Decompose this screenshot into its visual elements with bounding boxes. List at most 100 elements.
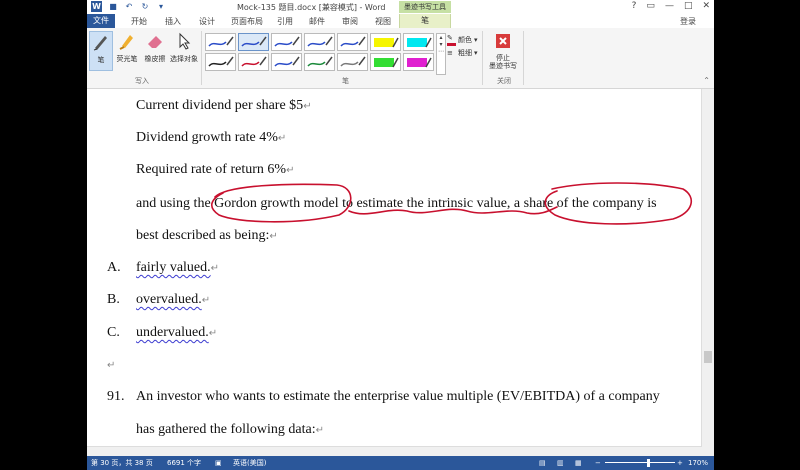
ribbon-tabs: 文件 开始 插入 设计 页面布局 引用 邮件 审阅 视图 笔 登录 <box>87 14 714 29</box>
close-button[interactable]: ✕ <box>702 1 710 11</box>
login-link[interactable]: 登录 <box>680 16 696 27</box>
pen-button-label: 笔 <box>97 56 105 64</box>
maximize-button[interactable]: □ <box>684 1 693 11</box>
pen-style-swatch[interactable] <box>205 33 236 51</box>
pen-color-label: 颜色 <box>458 36 472 44</box>
option-text: undervalued.↵ <box>136 325 218 340</box>
select-objects-label: 选择对象 <box>170 55 198 63</box>
web-layout-icon[interactable]: ▦ <box>575 456 582 470</box>
eraser-label: 橡皮擦 <box>144 55 166 63</box>
tab-home[interactable]: 开始 <box>131 16 147 27</box>
minimize-button[interactable]: — <box>665 1 674 11</box>
pen-style-swatch[interactable] <box>304 33 335 51</box>
pen-style-swatch[interactable] <box>238 33 269 51</box>
tab-design[interactable]: 设计 <box>199 16 215 27</box>
tab-mailings[interactable]: 邮件 <box>309 16 325 27</box>
question-number: 91. <box>107 389 125 404</box>
stop-inking-button[interactable]: 停止 墨迹书写 <box>485 31 521 70</box>
option-letter: C. <box>107 325 120 340</box>
empty-paragraph: ↵ <box>107 360 116 371</box>
pen-style-swatch[interactable] <box>403 33 434 51</box>
zoom-out-icon[interactable]: − <box>595 456 601 470</box>
doc-line: and using the Gordon growth model to est… <box>136 196 657 211</box>
weight-icon: ≡ <box>447 49 453 57</box>
group-separator <box>201 31 202 85</box>
tab-review[interactable]: 审阅 <box>342 16 358 27</box>
doc-line: Required rate of return 6%↵ <box>136 162 295 177</box>
group-separator <box>482 31 483 85</box>
scrollbar-thumb[interactable] <box>704 351 712 363</box>
word-count[interactable]: 6691 个字 <box>167 456 201 470</box>
close-x-icon <box>496 34 510 48</box>
tab-file[interactable]: 文件 <box>87 14 115 28</box>
option-letter: B. <box>107 292 120 307</box>
pen-style-swatch[interactable] <box>304 53 335 71</box>
vertical-scrollbar[interactable] <box>701 89 714 456</box>
document-area[interactable]: Current dividend per share $5↵ Dividend … <box>87 89 714 456</box>
stop-inking-label: 停止 墨迹书写 <box>489 54 517 70</box>
color-icon: ✎ <box>447 34 456 46</box>
highlighter-icon <box>119 35 133 50</box>
language[interactable]: 英语(美国) <box>233 456 266 470</box>
print-layout-icon[interactable]: ▥ <box>557 456 564 470</box>
ribbon: 笔 荧光笔 橡皮擦 选择对象 写入 ▴▾⋯ ✎ 颜色 ▾ ≡ 粗细 ▾ 笔 <box>87 28 714 89</box>
quick-access-toolbar: W ■ ↶ ↻ ▾ <box>91 1 166 12</box>
chevron-down-icon: ▾ <box>474 36 478 44</box>
eraser-button[interactable]: 橡皮擦 <box>141 31 169 64</box>
help-icon[interactable]: ? <box>632 1 637 11</box>
pen-group-label: 笔 <box>342 77 349 85</box>
pen-style-swatch[interactable] <box>370 53 401 71</box>
close-group-label: 关闭 <box>497 77 511 85</box>
eraser-icon <box>148 36 162 48</box>
save-icon[interactable]: ■ <box>108 2 118 12</box>
pen-style-gallery <box>205 33 434 73</box>
redo-icon[interactable]: ↻ <box>140 2 150 12</box>
question-text: An investor who wants to estimate the en… <box>136 389 660 404</box>
undo-icon[interactable]: ↶ <box>124 2 134 12</box>
gallery-scroll[interactable]: ▴ ▾ ⋯ <box>436 33 446 75</box>
highlighter-button[interactable]: 荧光笔 <box>113 31 141 64</box>
tab-references[interactable]: 引用 <box>277 16 293 27</box>
ribbon-display-icon[interactable]: ▭ <box>646 1 655 11</box>
zoom-level[interactable]: 170% <box>688 456 708 470</box>
group-separator <box>523 31 524 85</box>
contextual-tab-header: 墨迹书写工具 <box>399 1 451 13</box>
doc-line: Current dividend per share $5↵ <box>136 98 312 113</box>
pen-color-dropdown[interactable]: ✎ 颜色 ▾ <box>447 34 478 46</box>
option-letter: A. <box>107 260 121 275</box>
word-window: W ■ ↶ ↻ ▾ Mock-135 题目.docx [兼容模式] - Word… <box>87 0 714 470</box>
page-count[interactable]: 第 30 页，共 38 页 <box>91 456 153 470</box>
tab-insert[interactable]: 插入 <box>165 16 181 27</box>
zoom-in-icon[interactable]: + <box>677 456 683 470</box>
pen-button[interactable]: 笔 <box>89 31 113 71</box>
pen-style-swatch[interactable] <box>403 53 434 71</box>
pen-style-swatch[interactable] <box>271 53 302 71</box>
read-mode-icon[interactable]: ▤ <box>539 456 546 470</box>
chevron-down-icon: ▾ <box>474 49 478 57</box>
option-text: overvalued.↵ <box>136 292 211 307</box>
pen-icon <box>93 36 107 51</box>
tab-view[interactable]: 视图 <box>375 16 391 27</box>
highlighter-label: 荧光笔 <box>116 55 138 63</box>
status-bar: 第 30 页，共 38 页 6691 个字 ▣ 英语(美国) ▤ ▥ ▦ − +… <box>87 456 714 470</box>
pen-style-swatch[interactable] <box>337 53 368 71</box>
tab-page-layout[interactable]: 页面布局 <box>231 16 263 27</box>
question-text: has gathered the following data:↵ <box>136 422 324 437</box>
pen-style-swatch[interactable] <box>205 53 236 71</box>
collapse-ribbon-icon[interactable]: ⌃ <box>703 76 710 85</box>
pen-style-swatch[interactable] <box>238 53 269 71</box>
proofing-icon[interactable]: ▣ <box>215 456 222 470</box>
doc-line: Dividend growth rate 4%↵ <box>136 130 287 145</box>
word-app-icon: W <box>91 1 102 12</box>
cursor-icon <box>179 32 191 50</box>
zoom-slider[interactable] <box>605 462 675 463</box>
zoom-slider-thumb[interactable] <box>647 459 650 467</box>
pen-style-swatch[interactable] <box>271 33 302 51</box>
pen-style-swatch[interactable] <box>370 33 401 51</box>
customize-qat-icon[interactable]: ▾ <box>156 2 166 12</box>
tab-pen[interactable]: 笔 <box>399 14 451 28</box>
pen-style-swatch[interactable] <box>337 33 368 51</box>
select-objects-button[interactable]: 选择对象 <box>169 31 199 64</box>
pen-weight-dropdown[interactable]: ≡ 粗细 ▾ <box>447 48 478 58</box>
doc-line: best described as being:↵ <box>136 228 278 243</box>
